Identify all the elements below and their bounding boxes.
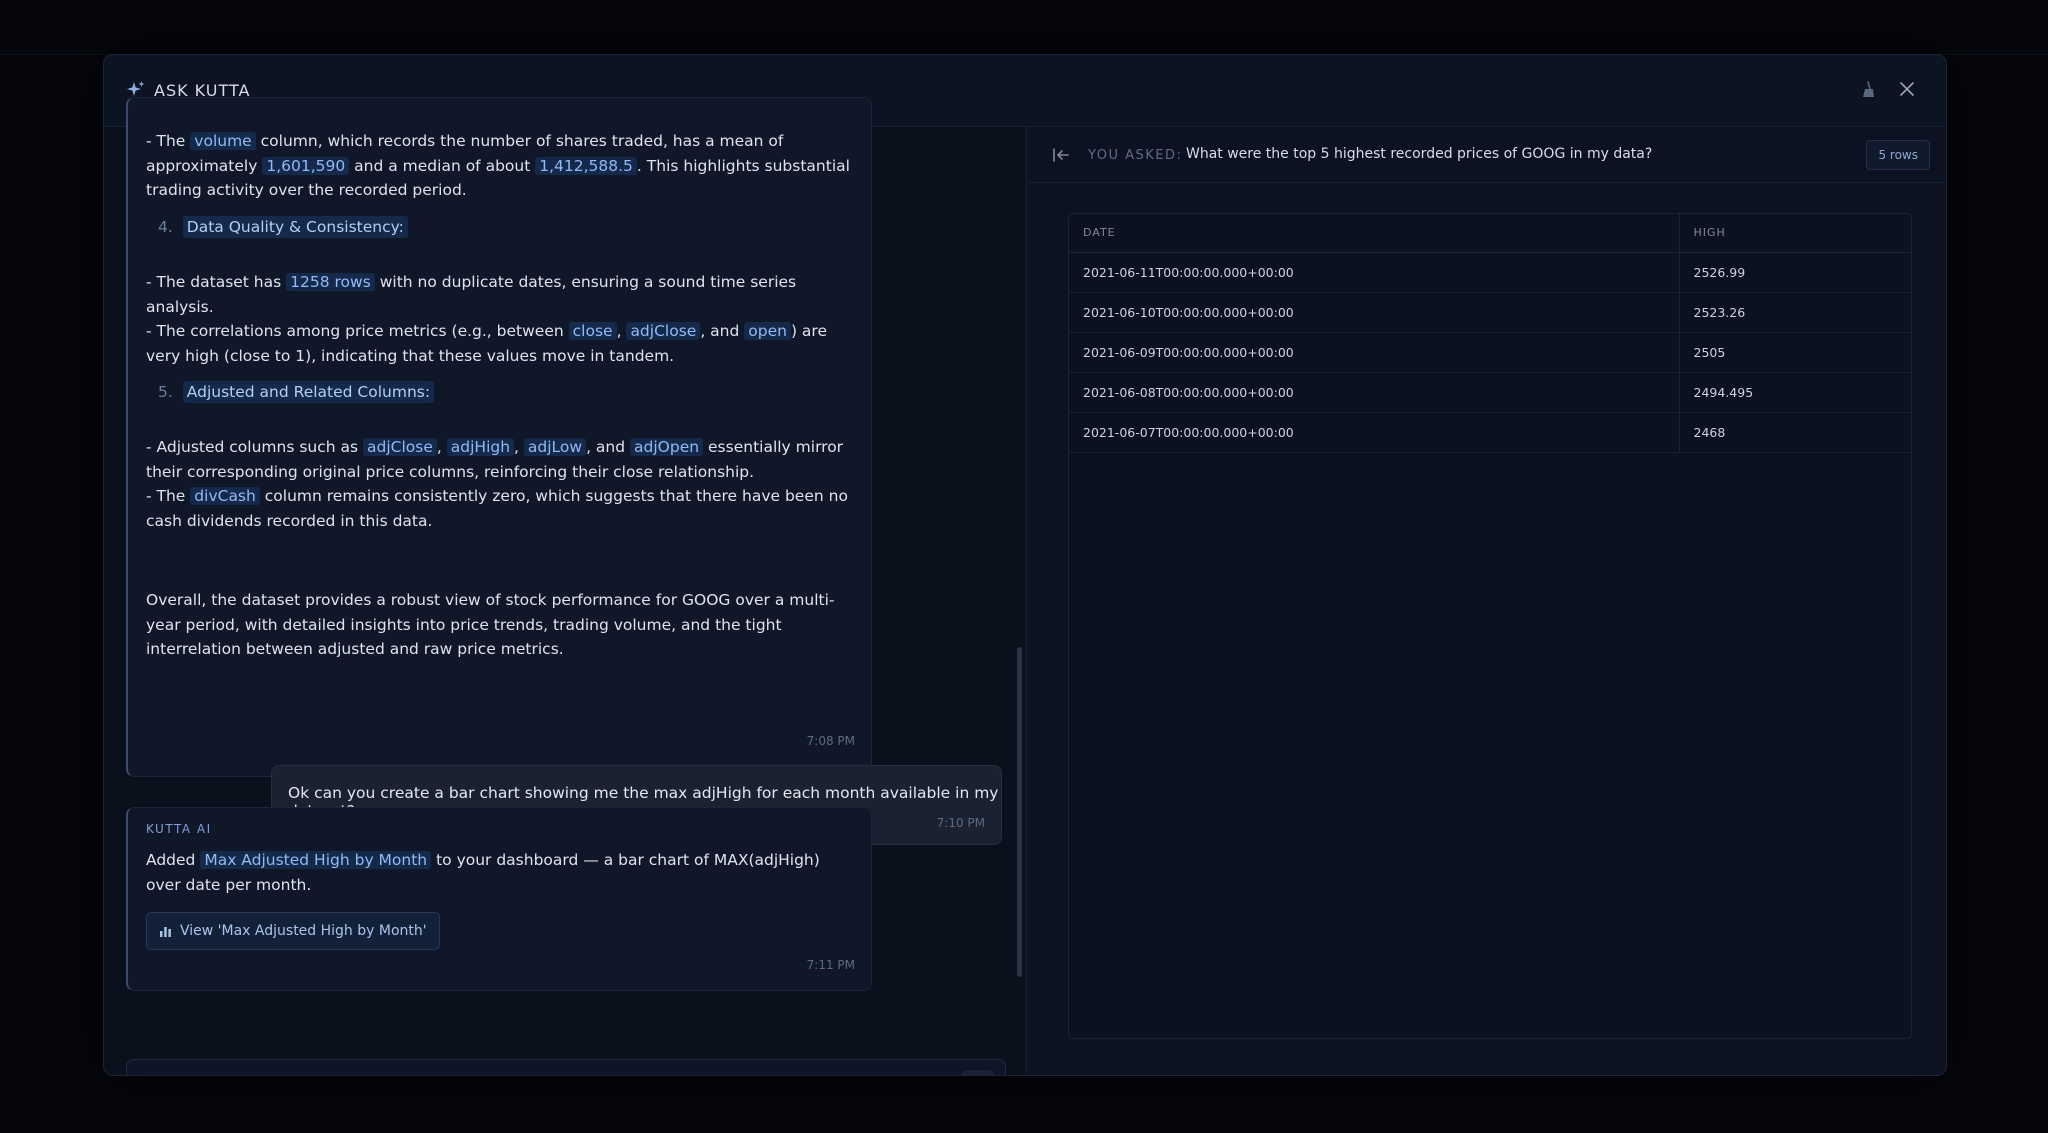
volume-paragraph: - The volume column, which records the n… — [146, 129, 858, 203]
column-chip: divCash — [190, 487, 260, 505]
chat-scrollbar[interactable] — [1017, 647, 1022, 977]
text-span: - The dataset has — [146, 273, 282, 291]
value-chip: 1,601,590 — [262, 156, 350, 175]
column-chip: adjLow — [523, 438, 587, 456]
ai-sender-label: KUTTA AI — [146, 822, 212, 836]
column-chip: adjClose — [363, 438, 437, 456]
column-chip: adjClose — [626, 322, 701, 340]
table-row: 2021-06-11T00:00:00.000+00:00 2526.99 — [1069, 252, 1911, 293]
section-heading-adjusted-columns: 5. Adjusted and Related Columns: — [158, 381, 435, 403]
ai-reply-text: Added Max Adjusted High by Month to your… — [146, 848, 858, 897]
results-table: DATE HIGH 2021-06-11T00:00:00.000+00:00 … — [1069, 214, 1911, 453]
text-span: and a median of about — [354, 156, 531, 175]
ask-kutta-modal: ASK KUTTA - The volume column, which rec… — [103, 54, 1947, 1076]
message-timestamp: 7:11 PM — [806, 958, 855, 972]
table-cell-date: 2021-06-08T00:00:00.000+00:00 — [1069, 372, 1680, 413]
column-header-high[interactable]: HIGH — [1679, 214, 1911, 253]
close-icon[interactable] — [1898, 80, 1916, 98]
ai-message-chart-added: KUTTA AI Added Max Adjusted High by Mont… — [126, 807, 872, 991]
value-chip: 1258 rows — [286, 273, 375, 291]
text-span: Added — [146, 851, 196, 869]
overall-paragraph: Overall, the dataset provides a robust v… — [146, 591, 835, 658]
text-span: - Adjusted columns such as — [146, 438, 359, 456]
column-chip: volume — [190, 132, 256, 150]
heading-number: 5. — [158, 383, 173, 401]
row-count-badge: 5 rows — [1866, 140, 1930, 170]
chat-input-container — [126, 1059, 1006, 1075]
view-chart-button[interactable]: View 'Max Adjusted High by Month' — [146, 912, 440, 950]
table-row: 2021-06-07T00:00:00.000+00:00 2468 — [1069, 412, 1911, 453]
collapse-panel-icon[interactable] — [1052, 147, 1070, 163]
adjusted-columns-paragraph: - Adjusted columns such as adjClose, adj… — [146, 438, 848, 530]
heading-text: Data Quality & Consistency: — [182, 216, 408, 238]
table-cell-high: 2505 — [1679, 332, 1911, 373]
message-timestamp: 7:10 PM — [936, 816, 985, 830]
message-timestamp: 7:08 PM — [806, 734, 855, 748]
chart-chip: Max Adjusted High by Month — [200, 851, 432, 869]
results-table-container: DATE HIGH 2021-06-11T00:00:00.000+00:00 … — [1068, 213, 1912, 1039]
text-span: - The — [146, 487, 186, 505]
send-button[interactable] — [961, 1070, 995, 1075]
column-chip: close — [568, 322, 617, 340]
table-cell-high: 2468 — [1679, 412, 1911, 453]
table-header-row: DATE HIGH — [1069, 214, 1911, 253]
table-cell-date: 2021-06-07T00:00:00.000+00:00 — [1069, 412, 1680, 453]
column-header-date[interactable]: DATE — [1069, 214, 1680, 253]
data-quality-paragraph: - The dataset has 1258 rows with no dupl… — [146, 273, 827, 365]
view-chart-button-label: View 'Max Adjusted High by Month' — [180, 923, 427, 939]
chat-pane[interactable]: - The volume column, which records the n… — [104, 97, 1027, 1075]
column-chip: adjHigh — [446, 438, 515, 456]
table-cell-high: 2494.495 — [1679, 372, 1911, 413]
section-heading-data-quality: 4. Data Quality & Consistency: — [158, 216, 408, 238]
bar-chart-icon — [160, 926, 171, 937]
broom-icon[interactable] — [1858, 80, 1878, 100]
table-cell-high: 2526.99 — [1679, 252, 1911, 293]
text-span: , and — [586, 438, 626, 456]
ai-message-summary: - The volume column, which records the n… — [126, 97, 872, 777]
table-cell-date: 2021-06-11T00:00:00.000+00:00 — [1069, 252, 1680, 293]
asked-question: What were the top 5 highest recorded pri… — [1186, 146, 1653, 162]
asked-bar: YOU ASKED: What were the top 5 highest r… — [1028, 127, 1946, 183]
column-chip: open — [744, 322, 791, 340]
results-pane: YOU ASKED: What were the top 5 highest r… — [1028, 127, 1946, 1075]
value-chip: 1,412,588.5 — [535, 156, 637, 175]
table-row: 2021-06-08T00:00:00.000+00:00 2494.495 — [1069, 372, 1911, 413]
heading-number: 4. — [158, 218, 173, 236]
table-cell-high: 2523.26 — [1679, 292, 1911, 333]
chat-input[interactable] — [127, 1060, 947, 1075]
heading-text: Adjusted and Related Columns: — [182, 381, 435, 403]
text-span: - The correlations among price metrics (… — [146, 322, 564, 340]
text-span: - The — [146, 132, 186, 150]
table-row: 2021-06-10T00:00:00.000+00:00 2523.26 — [1069, 292, 1911, 333]
column-chip: adjOpen — [630, 438, 704, 456]
table-row: 2021-06-09T00:00:00.000+00:00 2505 — [1069, 332, 1911, 373]
table-cell-date: 2021-06-10T00:00:00.000+00:00 — [1069, 292, 1680, 333]
text-span: , and — [700, 322, 740, 340]
asked-label: YOU ASKED: — [1088, 148, 1183, 163]
table-cell-date: 2021-06-09T00:00:00.000+00:00 — [1069, 332, 1680, 373]
